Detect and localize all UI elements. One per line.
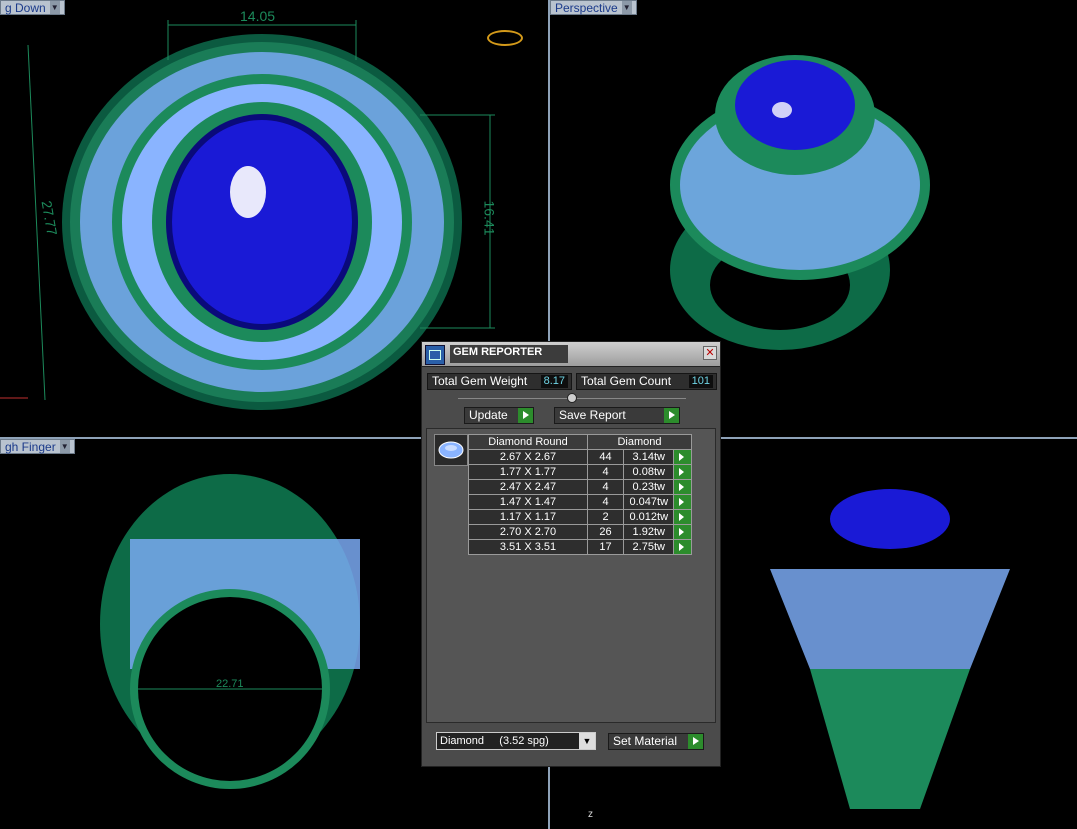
gem-size: 1.17 X 1.17 — [468, 509, 588, 525]
table-row[interactable]: 1.77 X 1.77 4 0.08tw — [468, 464, 692, 480]
gem-count: 44 — [586, 449, 625, 465]
round-diamond-icon[interactable] — [434, 434, 468, 466]
dimension-width: 14.05 — [240, 8, 276, 24]
gem-list-area[interactable]: Diamond Round Diamond 2.67 X 2.67 44 3.1… — [426, 428, 716, 723]
viewport-label[interactable]: Perspective ▼ — [550, 0, 637, 15]
chevron-down-icon[interactable]: ▼ — [49, 1, 60, 14]
total-gem-count-value: 101 — [688, 375, 713, 388]
viewport-label[interactable]: g Down ▼ — [0, 0, 65, 15]
row-select-arrow-icon[interactable] — [673, 524, 692, 540]
gem-count: 4 — [586, 494, 625, 510]
gem-size: 1.77 X 1.77 — [468, 464, 588, 480]
close-icon[interactable]: ✕ — [703, 346, 717, 360]
panel-splitter-handle[interactable] — [567, 393, 577, 403]
gem-size: 1.47 X 1.47 — [468, 494, 588, 510]
gem-size: 2.47 X 2.47 — [468, 479, 588, 495]
total-gem-count-label: Total Gem Count — [581, 374, 672, 388]
material-select[interactable]: Diamond (3.52 spg) ▼ — [436, 732, 596, 750]
gem-weight: 3.14tw — [623, 449, 675, 465]
set-material-button[interactable]: Set Material — [608, 733, 704, 750]
table-row[interactable]: 2.70 X 2.70 26 1.92tw — [468, 524, 692, 540]
gem-weight: 0.012tw — [623, 509, 675, 525]
material-select-value: Diamond (3.52 spg) — [440, 735, 549, 747]
panel-title: GEM REPORTER — [450, 345, 568, 363]
gem-reporter-titlebar[interactable]: GEM REPORTER ✕ — [422, 342, 720, 367]
row-select-arrow-icon[interactable] — [673, 464, 692, 480]
gem-count: 2 — [586, 509, 625, 525]
dimension-height-right: 16.41 — [481, 200, 498, 236]
app-logo-icon — [425, 345, 445, 365]
gem-weight: 2.75tw — [623, 539, 675, 555]
gem-weight: 0.047tw — [623, 494, 675, 510]
gem-size: 2.70 X 2.70 — [468, 524, 588, 540]
gem-count: 4 — [586, 479, 625, 495]
row-select-arrow-icon[interactable] — [673, 449, 692, 465]
total-gem-weight-label: Total Gem Weight — [432, 374, 528, 388]
column-header-diamond: Diamond — [587, 434, 692, 450]
row-select-arrow-icon[interactable] — [673, 539, 692, 555]
total-gem-weight-field: Total Gem Weight 8.17 — [427, 373, 572, 390]
total-gem-weight-value: 8.17 — [540, 375, 568, 388]
table-row[interactable]: 2.47 X 2.47 4 0.23tw — [468, 479, 692, 495]
chevron-down-icon[interactable]: ▼ — [59, 440, 70, 453]
table-row[interactable]: 1.47 X 1.47 4 0.047tw — [468, 494, 692, 510]
axis-z-label: z — [588, 809, 593, 820]
play-arrow-icon — [518, 408, 533, 423]
chevron-down-icon[interactable]: ▼ — [621, 1, 632, 14]
play-arrow-icon — [688, 734, 703, 749]
gem-size: 2.67 X 2.67 — [468, 449, 588, 465]
gem-weight: 1.92tw — [623, 524, 675, 540]
table-header-row: Diamond Round Diamond — [468, 434, 692, 450]
row-select-arrow-icon[interactable] — [673, 509, 692, 525]
gem-count: 17 — [586, 539, 625, 555]
chevron-down-icon[interactable]: ▼ — [579, 733, 595, 749]
gem-count: 4 — [586, 464, 625, 480]
row-select-arrow-icon[interactable] — [673, 494, 692, 510]
save-report-button[interactable]: Save Report — [554, 407, 680, 424]
update-button[interactable]: Update — [464, 407, 534, 424]
table-row[interactable]: 1.17 X 1.17 2 0.012tw — [468, 509, 692, 525]
row-select-arrow-icon[interactable] — [673, 479, 692, 495]
viewport-label[interactable]: gh Finger ▼ — [0, 439, 75, 454]
gem-table: Diamond Round Diamond 2.67 X 2.67 44 3.1… — [468, 434, 692, 555]
gem-weight: 0.08tw — [623, 464, 675, 480]
total-gem-count-field: Total Gem Count 101 — [576, 373, 717, 390]
gem-count: 26 — [586, 524, 625, 540]
round-diamond-icon-graphic — [438, 441, 464, 459]
table-row[interactable]: 2.67 X 2.67 44 3.14tw — [468, 449, 692, 465]
table-row[interactable]: 3.51 X 3.51 17 2.75tw — [468, 539, 692, 555]
gem-reporter-panel: GEM REPORTER ✕ Total Gem Weight 8.17 Tot… — [421, 341, 721, 767]
view-cube-icon[interactable] — [487, 30, 523, 46]
column-header-diamond-round: Diamond Round — [468, 434, 588, 450]
dimension-diameter: 22.71 — [216, 678, 244, 690]
play-arrow-icon — [664, 408, 679, 423]
gem-weight: 0.23tw — [623, 479, 675, 495]
gem-size: 3.51 X 3.51 — [468, 539, 588, 555]
